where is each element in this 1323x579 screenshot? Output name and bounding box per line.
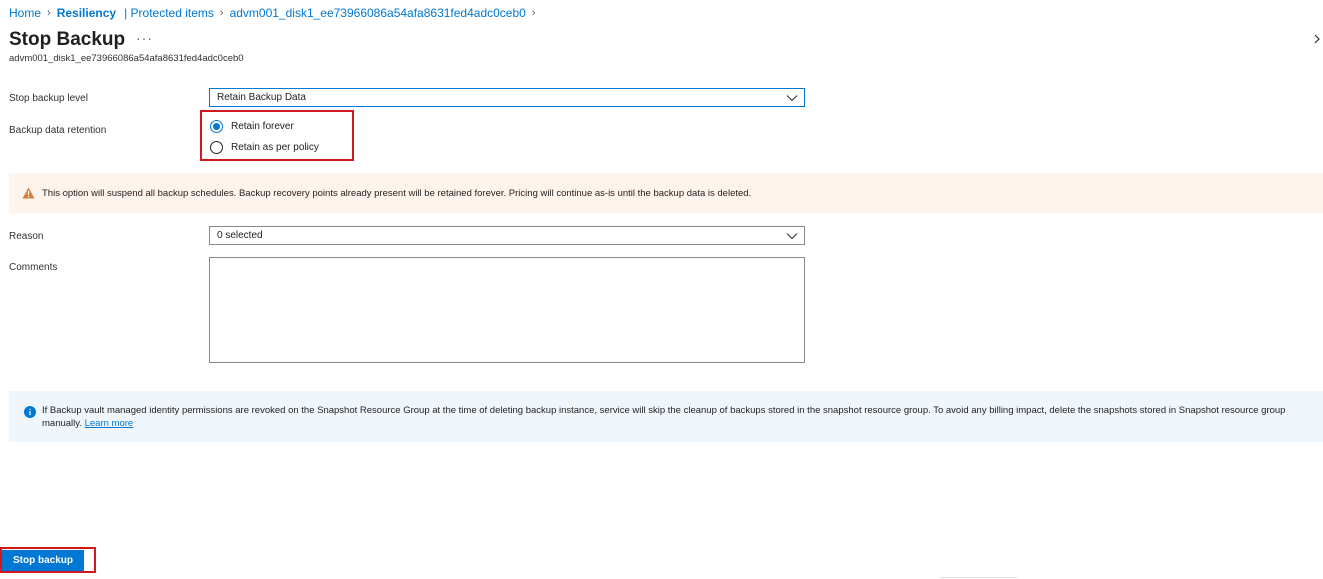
radio-unchecked-icon bbox=[210, 141, 223, 154]
chevron-down-icon bbox=[786, 94, 798, 101]
comments-label: Comments bbox=[9, 262, 58, 273]
reason-dropdown[interactable]: 0 selected bbox=[209, 226, 805, 245]
breadcrumb-protected-items[interactable]: | Protected items bbox=[124, 6, 214, 20]
stop-backup-level-value: Retain Backup Data bbox=[217, 92, 306, 103]
comments-textarea[interactable] bbox=[209, 257, 805, 363]
stop-backup-level-label: Stop backup level bbox=[9, 93, 88, 104]
reason-value: 0 selected bbox=[217, 230, 263, 241]
breadcrumb-home[interactable]: Home bbox=[9, 6, 41, 20]
page-title: Stop Backup bbox=[9, 29, 126, 50]
backup-data-retention-label: Backup data retention bbox=[9, 125, 107, 136]
radio-retain-forever[interactable]: Retain forever bbox=[210, 120, 294, 133]
breadcrumb: Home › Resiliency | Protected items › ad… bbox=[9, 6, 542, 20]
chevron-right-icon: › bbox=[531, 7, 536, 19]
chevron-right-icon[interactable] bbox=[1312, 32, 1322, 46]
info-circle-icon bbox=[24, 406, 36, 418]
breadcrumb-item[interactable]: advm001_disk1_ee73966086a54afa8631fed4ad… bbox=[230, 6, 526, 20]
stop-backup-level-dropdown[interactable]: Retain Backup Data bbox=[209, 88, 805, 107]
chevron-down-icon bbox=[786, 232, 798, 239]
info-text-block: If Backup vault managed identity permiss… bbox=[42, 404, 1312, 430]
chevron-right-icon: › bbox=[219, 7, 224, 19]
stop-backup-button[interactable]: Stop backup bbox=[2, 550, 84, 571]
chevron-right-icon: › bbox=[47, 7, 51, 19]
info-banner: If Backup vault managed identity permiss… bbox=[9, 391, 1323, 442]
more-options-icon[interactable]: ··· bbox=[136, 30, 153, 46]
reason-label: Reason bbox=[9, 231, 44, 242]
warning-text: This option will suspend all backup sche… bbox=[42, 187, 752, 199]
radio-retain-as-per-policy[interactable]: Retain as per policy bbox=[210, 141, 319, 154]
warning-banner: This option will suspend all backup sche… bbox=[9, 173, 1323, 213]
radio-retain-forever-label: Retain forever bbox=[231, 121, 294, 132]
radio-retain-as-per-policy-label: Retain as per policy bbox=[231, 142, 319, 153]
page-subtitle: advm001_disk1_ee73966086a54afa8631fed4ad… bbox=[9, 53, 244, 64]
radio-checked-icon bbox=[210, 120, 223, 133]
learn-more-link[interactable]: Learn more bbox=[85, 418, 134, 429]
stop-backup-page: Home › Resiliency | Protected items › ad… bbox=[0, 0, 1323, 579]
breadcrumb-resiliency[interactable]: Resiliency bbox=[57, 6, 116, 20]
info-text: If Backup vault managed identity permiss… bbox=[42, 405, 1286, 429]
warning-triangle-icon bbox=[22, 187, 35, 199]
divider bbox=[940, 577, 1017, 578]
